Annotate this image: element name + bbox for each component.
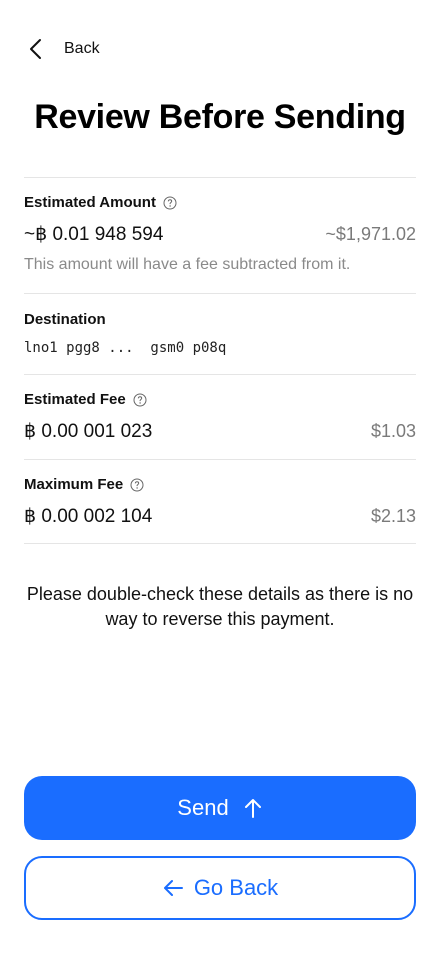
destination-label: Destination	[24, 311, 106, 328]
maximum-fee-btc: ฿ 0.00 002 104	[24, 506, 153, 527]
estimated-amount-usd: ~$1,971.02	[325, 224, 416, 244]
back-label: Back	[64, 40, 100, 57]
divider	[24, 543, 416, 544]
maximum-fee-label: Maximum Fee	[24, 476, 124, 493]
destination-address: lno1 pgg8 ... gsm0 p08q	[24, 340, 227, 356]
go-back-button[interactable]: Go Back	[24, 856, 416, 920]
estimated-fee-usd: $1.03	[370, 421, 416, 441]
estimated-fee-label-row: Estimated Fee	[24, 391, 147, 408]
irreversible-payment-warning: Please double-check these details as the…	[26, 584, 414, 629]
help-circle-icon[interactable]	[130, 478, 144, 492]
destination-label-row: Destination	[24, 311, 106, 328]
go-back-button-label: Go Back	[193, 875, 279, 900]
divider	[24, 459, 416, 460]
page-title: Review Before Sending	[34, 98, 406, 136]
back-button[interactable]: Back	[24, 34, 100, 64]
divider	[24, 374, 416, 375]
arrow-up-icon	[243, 797, 263, 819]
divider	[24, 177, 416, 178]
help-circle-icon[interactable]	[133, 393, 147, 407]
fee-subtraction-note: This amount will have a fee subtracted f…	[24, 256, 351, 273]
send-button[interactable]: Send	[24, 776, 416, 840]
chevron-left-icon	[24, 34, 48, 64]
estimated-amount-label-row: Estimated Amount	[24, 194, 177, 211]
estimated-amount-label: Estimated Amount	[24, 194, 156, 211]
estimated-fee-btc: ฿ 0.00 001 023	[24, 421, 153, 442]
maximum-fee-usd: $2.13	[370, 506, 416, 526]
arrow-left-icon	[162, 878, 184, 898]
estimated-fee-label: Estimated Fee	[24, 391, 126, 408]
help-circle-icon[interactable]	[163, 196, 177, 210]
send-button-label: Send	[177, 795, 229, 820]
estimated-amount-btc: ~฿ 0.01 948 594	[24, 224, 164, 245]
maximum-fee-label-row: Maximum Fee	[24, 476, 144, 493]
divider	[24, 293, 416, 294]
